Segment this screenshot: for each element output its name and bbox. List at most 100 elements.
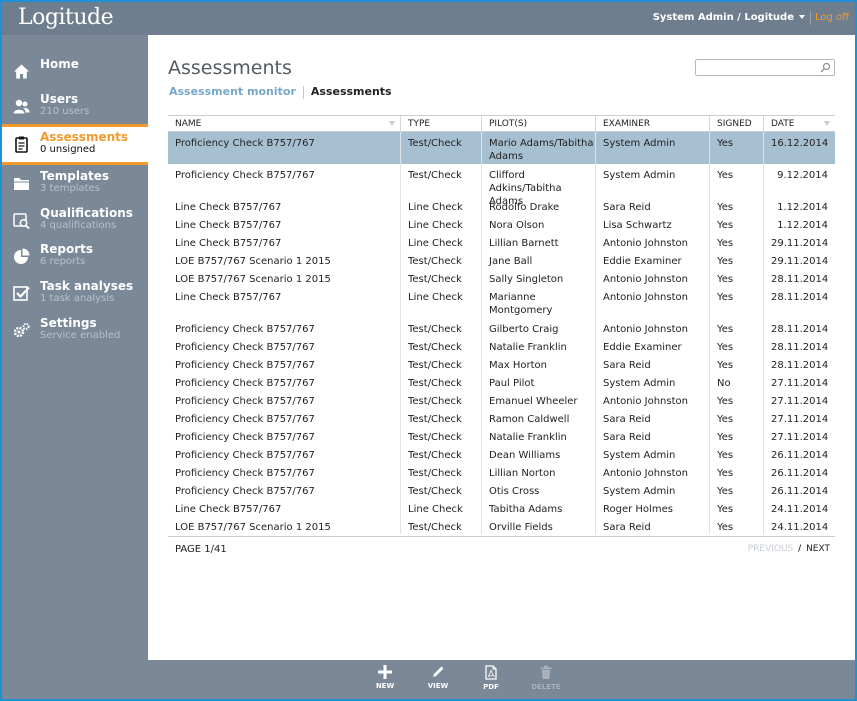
delete-button-label: DELETE	[531, 683, 561, 691]
cell-examiner: Antonio Johnston	[595, 268, 709, 286]
table-row[interactable]: Proficiency Check B757/767 Test/Check Mari…	[168, 132, 835, 164]
table-row[interactable]: Proficiency Check B757/767 Test/Check Paul…	[168, 372, 835, 390]
table-row[interactable]: Line Check B757/767 Line Check Tabitha Ada…	[168, 498, 835, 516]
sidebar-item-count: Service enabled	[40, 330, 121, 341]
table-row[interactable]: LOE B757/767 Scenario 1 2015 Test/Check Or…	[168, 516, 835, 534]
previous-page-button[interactable]: PREVIOUS	[748, 544, 794, 554]
table-row[interactable]: Line Check B757/767 Line Check Marianne Mo…	[168, 286, 835, 318]
sort-icon	[389, 121, 395, 126]
sidebar-item-label: Assessments	[40, 130, 129, 144]
column-header-date[interactable]: DATE	[763, 116, 835, 132]
breadcrumb-divider	[302, 85, 304, 99]
home-icon	[14, 64, 29, 79]
pager-separator: /	[798, 544, 802, 554]
cell-type: Line Check	[400, 498, 481, 516]
sidebar: Home Users 210 users Assessments 0 unsig…	[2, 35, 148, 660]
cell-signed: Yes	[709, 516, 763, 534]
sidebar-item-home[interactable]: Home	[2, 53, 148, 91]
cell-name: Proficiency Check B757/767	[175, 450, 315, 461]
cell-name: Proficiency Check B757/767	[175, 324, 315, 335]
column-header-type[interactable]: TYPE	[400, 116, 481, 132]
user-menu[interactable]: System Admin / Logitude	[653, 12, 805, 23]
cell-pilots: Otis Cross	[481, 480, 595, 498]
breadcrumb-current: Assessments	[310, 85, 392, 98]
sidebar-item-count: 1 task analysis	[40, 293, 115, 304]
assessments-table: NAME TYPE PILOT(S) EXAMINER SIGNED DATE …	[168, 115, 835, 534]
table-row[interactable]: Proficiency Check B757/767 Test/Check Gilb…	[168, 318, 835, 336]
sidebar-item-count: 3 templates	[40, 183, 100, 194]
table-row[interactable]: Line Check B757/767 Line Check Lillian Bar…	[168, 232, 835, 250]
cell-date: 27.11.2014	[763, 390, 835, 408]
cell-examiner: Antonio Johnston	[595, 462, 709, 480]
table-row[interactable]: Proficiency Check B757/767 Test/Check Nata…	[168, 336, 835, 354]
cell-date: 1.12.2014	[763, 196, 835, 214]
table-row[interactable]: Proficiency Check B757/767 Test/Check Ramo…	[168, 408, 835, 426]
table-row[interactable]: Line Check B757/767 Line Check Rodolfo Dra…	[168, 196, 835, 214]
column-header-signed[interactable]: SIGNED	[709, 116, 763, 132]
cell-signed: Yes	[709, 336, 763, 354]
column-header-pilots[interactable]: PILOT(S)	[481, 116, 595, 132]
cell-examiner: Sara Reid	[595, 516, 709, 534]
table-row[interactable]: Proficiency Check B757/767 Test/Check Otis…	[168, 480, 835, 498]
cell-name: Proficiency Check B757/767	[175, 138, 315, 149]
cell-name: Proficiency Check B757/767	[175, 342, 315, 353]
cell-signed: Yes	[709, 408, 763, 426]
cell-examiner: System Admin	[595, 480, 709, 498]
cell-pilots: Ramon Caldwell	[481, 408, 595, 426]
cell-date: 26.11.2014	[763, 462, 835, 480]
sidebar-item-users[interactable]: Users 210 users	[2, 88, 148, 126]
sidebar-item-reports[interactable]: Reports 6 reports	[2, 238, 148, 276]
table-row[interactable]: Proficiency Check B757/767 Test/Check Clif…	[168, 164, 835, 207]
cell-name: Proficiency Check B757/767	[175, 414, 315, 425]
search-input[interactable]	[695, 59, 835, 76]
cell-pilots: Dean Williams	[481, 444, 595, 462]
cell-examiner: System Admin	[595, 372, 709, 390]
breadcrumb-assessment-monitor[interactable]: Assessment monitor	[169, 85, 296, 98]
column-header-name[interactable]: NAME	[168, 116, 400, 132]
table-header: NAME TYPE PILOT(S) EXAMINER SIGNED DATE	[168, 115, 835, 132]
view-button[interactable]: VIEW	[418, 665, 458, 690]
table-row[interactable]: Line Check B757/767 Line Check Nora Olson L…	[168, 214, 835, 232]
cell-signed: Yes	[709, 480, 763, 498]
cell-name: Line Check B757/767	[175, 292, 282, 303]
cell-pilots: Lillian Barnett	[481, 232, 595, 250]
sidebar-item-settings[interactable]: Settings Service enabled	[2, 312, 148, 350]
column-header-examiner[interactable]: EXAMINER	[595, 116, 709, 132]
table-row[interactable]: Proficiency Check B757/767 Test/Check Dean…	[168, 444, 835, 462]
sidebar-item-assessments[interactable]: Assessments 0 unsigned	[2, 124, 148, 165]
cell-type: Test/Check	[400, 318, 481, 336]
table-row[interactable]: LOE B757/767 Scenario 1 2015 Test/Check Sa…	[168, 268, 835, 286]
table-body: Proficiency Check B757/767 Test/Check Mari…	[168, 132, 835, 534]
pdf-button[interactable]: PDF	[471, 665, 511, 691]
table-row[interactable]: Proficiency Check B757/767 Test/Check Nata…	[168, 426, 835, 444]
table-row[interactable]: LOE B757/767 Scenario 1 2015 Test/Check Ja…	[168, 250, 835, 268]
search-icon[interactable]	[820, 62, 831, 73]
sidebar-item-qualifications[interactable]: Qualifications 4 qualifications	[2, 202, 148, 240]
sidebar-item-templates[interactable]: Templates 3 templates	[2, 165, 148, 203]
sidebar-item-task-analyses[interactable]: Task analyses 1 task analysis	[2, 275, 148, 313]
table-row[interactable]: Proficiency Check B757/767 Test/Check Lill…	[168, 462, 835, 480]
cell-type: Line Check	[400, 196, 481, 214]
sidebar-item-label: Reports	[40, 242, 94, 256]
cell-type: Test/Check	[400, 164, 481, 196]
cell-examiner: Eddie Examiner	[595, 336, 709, 354]
cell-date: 24.11.2014	[763, 498, 835, 516]
cell-date: 27.11.2014	[763, 372, 835, 390]
cell-name: LOE B757/767 Scenario 1 2015	[175, 274, 331, 285]
next-page-button[interactable]: NEXT	[806, 544, 830, 554]
table-row[interactable]: Proficiency Check B757/767 Test/Check Max …	[168, 354, 835, 372]
cell-pilots: Orville Fields	[481, 516, 595, 534]
logoff-link[interactable]: Log off	[815, 12, 849, 23]
delete-button[interactable]: DELETE	[526, 665, 566, 691]
cell-pilots: Tabitha Adams	[481, 498, 595, 516]
cell-type: Test/Check	[400, 336, 481, 354]
clipboard-icon	[15, 136, 28, 153]
new-button[interactable]: NEW	[365, 665, 405, 690]
cell-examiner: Antonio Johnston	[595, 390, 709, 408]
pdf-document-icon	[485, 665, 497, 680]
cell-pilots: Natalie Franklin	[481, 426, 595, 444]
table-row[interactable]: Proficiency Check B757/767 Test/Check Eman…	[168, 390, 835, 408]
qualification-icon	[13, 213, 30, 229]
gears-icon	[13, 322, 30, 338]
cell-pilots: Lillian Norton	[481, 462, 595, 480]
